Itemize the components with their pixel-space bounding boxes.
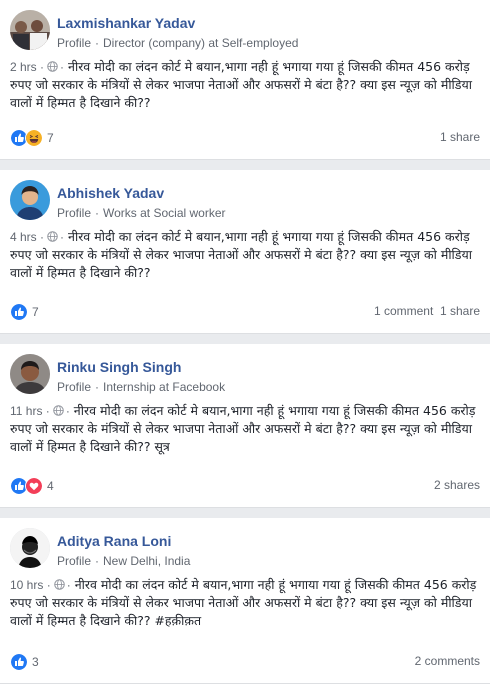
post-text: नीरव मोदी का लंदन कोर्ट मे बयान,भागा नही…: [10, 59, 472, 110]
globe-icon: [47, 61, 58, 72]
post-text: नीरव मोदी का लंदन कोर्ट मे बयान,भागा नही…: [10, 577, 477, 628]
post-footer: 7 1 comment 1 share: [10, 303, 480, 321]
post-text: नीरव मोदी का लंदन कोर्ट मे बयान,भागा नही…: [10, 229, 472, 280]
avatar[interactable]: [10, 354, 50, 394]
like-reaction-icon: [10, 303, 28, 321]
author-subtitle: Profile · Director (company) at Self-emplo…: [57, 36, 299, 50]
post-body: 2 hrs · · नीरव मोदी का लंदन कोर्ट मे बयान…: [10, 59, 472, 110]
reactions[interactable]: 3: [10, 653, 39, 671]
profile-label[interactable]: Profile: [57, 206, 91, 220]
post: Abhishek Yadav Profile · Works at Social w…: [0, 170, 490, 334]
avatar[interactable]: [10, 528, 50, 568]
post-footer: 4 2 shares: [10, 477, 480, 495]
love-reaction-icon: [25, 477, 43, 495]
reaction-count[interactable]: 7: [32, 305, 39, 319]
profile-label[interactable]: Profile: [57, 380, 91, 394]
post-text: नीरव मोदी का लंदन कोर्ट मे बयान,भागा नही…: [10, 403, 476, 454]
reactions[interactable]: 7: [10, 129, 54, 147]
post-body: 11 hrs · · नीरव मोदी का लंदन कोर्ट मे बया…: [10, 403, 476, 454]
globe-icon: [53, 405, 64, 416]
post-stats[interactable]: 2 shares: [434, 478, 480, 492]
post: Aditya Rana Loni Profile · New Delhi, Indi…: [0, 518, 490, 684]
reactions[interactable]: 4: [10, 477, 54, 495]
author-subtitle: Profile · Internship at Facebook: [57, 380, 226, 394]
reaction-count[interactable]: 4: [47, 479, 54, 493]
post-time[interactable]: 11 hrs: [10, 404, 42, 418]
post-body: 4 hrs · · नीरव मोदी का लंदन कोर्ट मे बयान…: [10, 229, 472, 280]
globe-icon: [47, 231, 58, 242]
avatar[interactable]: [10, 180, 50, 220]
like-reaction-icon: [10, 653, 28, 671]
author-description: Director (company) at Self-employed: [103, 36, 299, 50]
author-description: Works at Social worker: [103, 206, 226, 220]
post-footer: 7 1 share: [10, 129, 480, 147]
post-time[interactable]: 10 hrs: [10, 578, 43, 592]
author-name[interactable]: Laxmishankar Yadav: [57, 15, 195, 31]
author-description: Internship at Facebook: [103, 380, 226, 394]
author-name[interactable]: Abhishek Yadav: [57, 185, 164, 201]
author-name[interactable]: Rinku Singh Singh: [57, 359, 181, 375]
author-subtitle: Profile · New Delhi, India: [57, 554, 191, 568]
post-stats[interactable]: 1 share: [440, 130, 480, 144]
author-subtitle: Profile · Works at Social worker: [57, 206, 226, 220]
post-stats[interactable]: 1 comment 1 share: [374, 304, 480, 318]
avatar[interactable]: [10, 10, 50, 50]
profile-label[interactable]: Profile: [57, 554, 91, 568]
haha-reaction-icon: [25, 129, 43, 147]
reaction-count[interactable]: 3: [32, 655, 39, 669]
post: Laxmishankar Yadav Profile · Director (com…: [0, 0, 490, 160]
author-name[interactable]: Aditya Rana Loni: [57, 533, 171, 549]
post-time[interactable]: 2 hrs: [10, 60, 37, 74]
globe-icon: [53, 579, 65, 590]
reaction-count[interactable]: 7: [47, 131, 54, 145]
post-body: 10 hrs · · नीरव मोदी का लंदन कोर्ट मे बया…: [10, 577, 477, 628]
post-time[interactable]: 4 hrs: [10, 230, 37, 244]
profile-label[interactable]: Profile: [57, 36, 91, 50]
feed: Laxmishankar Yadav Profile · Director (com…: [0, 0, 490, 684]
post-footer: 3 2 comments: [10, 653, 480, 671]
author-description: New Delhi, India: [103, 554, 191, 568]
reactions[interactable]: 7: [10, 303, 39, 321]
post-stats[interactable]: 2 comments: [415, 654, 480, 668]
post: Rinku Singh Singh Profile · Internship at …: [0, 344, 490, 508]
